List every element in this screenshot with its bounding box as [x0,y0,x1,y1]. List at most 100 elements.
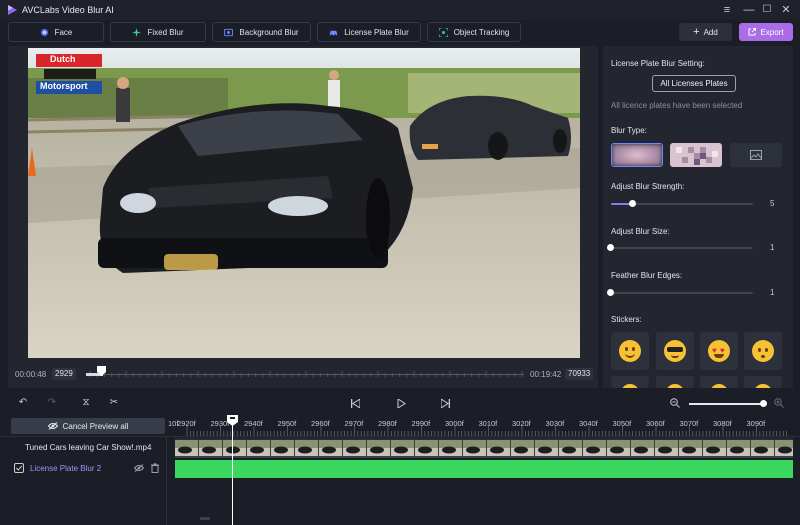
film-thumbnail [415,440,438,456]
mode-label: License Plate Blur [344,27,409,37]
tick-label: 2990f [411,419,431,428]
blur-size-slider[interactable] [611,247,753,249]
zoom-in-icon[interactable] [774,398,784,408]
delete-track-icon[interactable] [151,463,159,473]
maximize-icon[interactable]: ☐ [760,3,774,17]
feather-slider[interactable] [611,292,753,294]
film-thumbnail [199,440,222,456]
mode-fixed-blur-button[interactable]: Fixed Blur [110,22,206,42]
feather-handle[interactable] [607,289,614,296]
timeline-scrollbar[interactable] [200,517,210,520]
hide-track-icon[interactable] [134,464,144,472]
film-thumbnail [295,440,318,456]
mode-label: Object Tracking [453,27,510,37]
tick-label: 3020f [512,419,531,428]
add-label: Add [703,27,718,37]
next-frame-icon[interactable] [441,399,450,408]
tick-label: 2980f [378,419,397,428]
playhead-line[interactable] [232,425,233,525]
face-icon [40,28,48,36]
divider [0,436,800,437]
minimize-icon[interactable]: — [742,3,756,17]
mode-face-button[interactable]: Face [8,22,104,42]
split-icon[interactable]: ⧖ [80,397,92,409]
cancel-preview-all-button[interactable]: Cancel Preview all [11,418,165,434]
blur-strength-handle[interactable] [628,200,636,207]
tick-label: 3060f [646,419,665,428]
film-thumbnail [367,440,390,456]
film-thumbnail [631,440,654,456]
tick-label: 2940f [244,419,263,428]
undo-icon[interactable]: ↶ [17,397,29,409]
current-frame-field[interactable]: 2929 [52,368,76,380]
video-frame [28,48,580,358]
checkbox-icon[interactable] [14,463,24,473]
film-thumbnail [511,440,534,456]
title-bar [0,0,800,20]
blur-strength-label: Adjust Blur Strength: [611,182,685,191]
cut-icon[interactable]: ✂ [108,397,120,409]
redo-icon[interactable]: ↷ [46,397,58,409]
blur-track-name[interactable]: License Plate Blur 2 [30,464,101,473]
sticker-row-2-item[interactable] [656,376,694,388]
mode-object-tracking-button[interactable]: Object Tracking [427,22,521,42]
close-icon[interactable]: ✕ [779,3,793,17]
image-sticker-icon[interactable] [730,143,782,167]
sticker-row-2-item[interactable] [744,376,782,388]
film-thumbnail [391,440,414,456]
sticker-row-2-item[interactable] [700,376,738,388]
clip-name: Tuned Cars leaving Car Show!.mp4 [25,443,152,452]
app-title: AVCLabs Video Blur AI [22,5,114,15]
zoom-handle[interactable] [759,400,767,407]
video-preview[interactable]: Dutch Motorsport [28,48,580,358]
heart-eyes-icon[interactable]: ♥ ♥ [700,332,738,370]
settings-heading: License Plate Blur Setting: [611,59,705,68]
play-icon[interactable] [397,399,406,408]
previous-frame-icon[interactable] [351,399,360,408]
film-thumbnail [319,440,342,456]
film-thumbnail [271,440,294,456]
total-time: 00:19:42 [530,370,562,379]
mode-background-blur-button[interactable]: Background Blur [212,22,311,42]
add-button[interactable]: + Add [679,23,732,41]
feather-value: 1 [770,288,775,297]
watermark-top: Dutch [50,54,76,64]
filmstrip [175,438,793,456]
sunglasses-icon[interactable] [656,332,694,370]
film-thumbnail [607,440,630,456]
all-license-plates-button[interactable]: All Licenses Plates [652,75,736,92]
tick-label: 3030f [545,419,565,428]
export-button[interactable]: Export [739,23,793,41]
scrub-handle[interactable] [97,366,106,376]
zoom-out-icon[interactable] [670,398,680,408]
gaussian-blur-icon[interactable] [611,143,663,167]
menu-icon[interactable]: ≡ [720,3,734,17]
neutral-face-icon[interactable] [744,332,782,370]
mode-license-plate-blur-button[interactable]: License Plate Blur [317,22,421,42]
sticker-row-2-item[interactable] [611,376,649,388]
smiley-icon[interactable] [611,332,649,370]
film-thumbnail [463,440,486,456]
tick-label: 2960f [311,419,330,428]
film-thumbnail [559,440,582,456]
video-clip-track[interactable] [175,438,793,458]
zoom-slider[interactable] [689,403,765,405]
blur-size-handle[interactable] [607,244,614,251]
mode-label: Face [54,27,73,37]
tracking-icon [438,27,448,37]
film-thumbnail [175,440,198,456]
blur-type-label: Blur Type: [611,126,647,135]
film-thumbnail [583,440,606,456]
film-thumbnail [727,440,750,456]
mosaic-blur-icon[interactable] [670,143,722,167]
license-plate-blur-track[interactable] [175,460,793,478]
film-thumbnail [343,440,366,456]
film-thumbnail [703,440,726,456]
film-thumbnail [487,440,510,456]
fixed-blur-icon [132,27,142,37]
film-thumbnail [655,440,678,456]
playhead-handle[interactable] [227,415,238,426]
scrub-ticks [89,371,523,377]
background-blur-icon [224,28,234,36]
cancel-preview-label: Cancel Preview all [62,421,129,431]
